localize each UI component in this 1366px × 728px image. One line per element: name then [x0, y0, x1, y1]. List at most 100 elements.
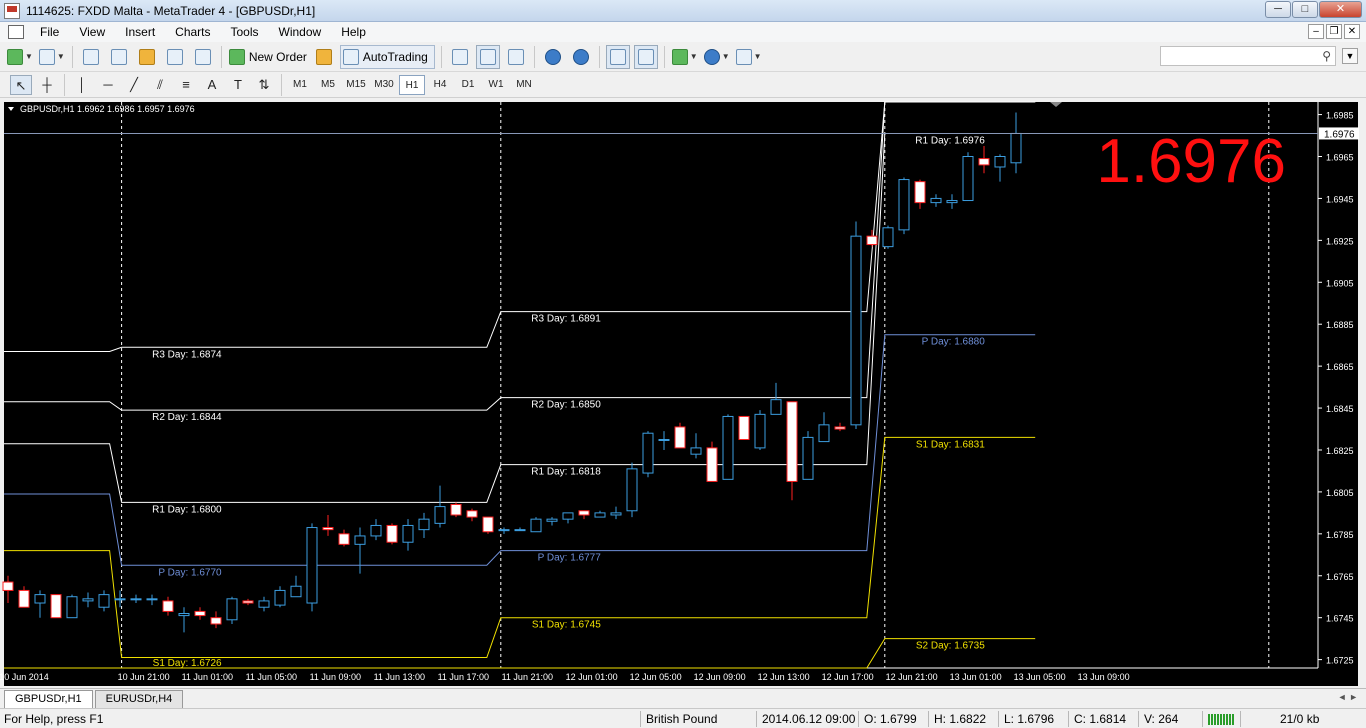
timeframe-h1[interactable]: H1 [399, 74, 425, 95]
search-input[interactable]: ⚲ [1160, 46, 1336, 66]
text-label-icon[interactable]: T [227, 75, 249, 95]
terminal-button[interactable] [163, 45, 187, 69]
price-axis-label: 1.6845 [1326, 404, 1354, 414]
time-axis-label: 11 Jun 13:00 [374, 672, 425, 682]
pivot-label-support: S1 Day: 1.6745 [532, 620, 601, 631]
price-axis-background [1318, 102, 1358, 668]
time-axis-label: 12 Jun 09:00 [694, 672, 746, 682]
time-axis-label: 10 Jun 21:00 [118, 672, 170, 682]
zoom-out-button[interactable] [569, 45, 593, 69]
connection-status-icon [1208, 714, 1234, 725]
crosshair-icon[interactable]: ┼ [36, 75, 58, 95]
candle-body [546, 518, 558, 522]
price-chart[interactable]: 1.6976 1.6985 1.6965 1.6945 1.6925 1.6905 1.68… [0, 98, 1366, 688]
candle-body [146, 598, 158, 601]
tab-gbpusdr-h1[interactable]: GBPUSDr,H1 [4, 690, 93, 708]
vertical-line-icon[interactable]: │ [71, 75, 93, 95]
candle-body [882, 227, 894, 248]
candle [450, 502, 462, 518]
candle-body [466, 510, 478, 518]
menu-insert[interactable]: Insert [115, 22, 165, 42]
autotrading-label: AutoTrading [362, 49, 428, 64]
trendline-icon[interactable]: ╱ [123, 75, 145, 95]
status-close: C: 1.6814 [1074, 712, 1127, 726]
candlesticks-button[interactable] [475, 44, 500, 69]
timeframe-h4[interactable]: H4 [427, 75, 453, 95]
maximize-button[interactable]: □ [1292, 1, 1318, 18]
candle-body [98, 594, 110, 608]
timeframe-m30[interactable]: M30 [371, 75, 397, 95]
metaeditor-button[interactable] [312, 45, 336, 69]
menu-window[interactable]: Window [269, 22, 332, 42]
close-button[interactable]: ✕ [1319, 1, 1362, 18]
tab-eurusdr-h4[interactable]: EURUSDr,H4 [94, 690, 184, 708]
indicators-button[interactable]: ▼ [671, 45, 699, 69]
new-chart-button[interactable]: ▼ [6, 45, 34, 69]
candle-body [498, 529, 510, 532]
time-axis-label: 11 Jun 01:00 [182, 672, 233, 682]
timeframe-d1[interactable]: D1 [455, 75, 481, 95]
navigator-button[interactable] [135, 45, 159, 69]
new-order-button[interactable]: New Order [228, 45, 308, 69]
candle-body [722, 415, 734, 480]
menu-tools[interactable]: Tools [221, 22, 269, 42]
strategy-tester-button[interactable] [191, 45, 215, 69]
menu-file[interactable]: File [30, 22, 69, 42]
pivot-label-pivot: P Day: 1.6777 [538, 553, 602, 564]
candle-body [770, 399, 782, 415]
tab-scroll-arrows[interactable]: ◄ ► [1338, 692, 1358, 702]
auto-scroll-button[interactable] [605, 44, 630, 69]
candle-body [818, 424, 830, 443]
candle-body [530, 518, 542, 533]
timeframe-m15[interactable]: M15 [343, 75, 369, 95]
minimize-button[interactable]: ─ [1265, 1, 1291, 18]
menu-view[interactable]: View [69, 22, 115, 42]
candle-body [802, 436, 814, 480]
menu-charts[interactable]: Charts [165, 22, 220, 42]
status-bar: For Help, press F1 British Pound 2014.06… [0, 708, 1366, 728]
mdi-minimize-button[interactable]: – [1308, 24, 1324, 39]
candle [850, 221, 862, 430]
bar-chart-button[interactable] [448, 45, 472, 69]
arrows-icon[interactable]: ⇅ [253, 75, 275, 95]
templates-button[interactable]: ▼ [735, 45, 763, 69]
candle-body [866, 235, 878, 246]
timeframe-mn[interactable]: MN [511, 75, 537, 95]
dropdown-arrow-icon: ▼ [753, 52, 762, 61]
chart-window[interactable]: 1.6976 1.6985 1.6965 1.6945 1.6925 1.6905 1.68… [0, 98, 1366, 688]
periods-button[interactable]: ▼ [703, 45, 731, 69]
candle-body [946, 200, 958, 204]
chart-window-icon[interactable] [8, 25, 24, 39]
candlesticks-icon [479, 48, 496, 65]
mdi-close-button[interactable]: ✕ [1344, 24, 1360, 39]
fibonacci-icon[interactable]: ≡ [175, 75, 197, 95]
chart-shift-icon [637, 48, 654, 65]
price-axis-label: 1.6865 [1326, 362, 1354, 372]
pivot-label-resistance: R3 Day: 1.6891 [531, 314, 601, 325]
status-datetime: 2014.06.12 09:00 [762, 712, 856, 726]
horizontal-line-icon[interactable]: ─ [97, 75, 119, 95]
market-watch-button[interactable] [79, 45, 103, 69]
timeframe-m1[interactable]: M1 [287, 75, 313, 95]
data-window-button[interactable] [107, 45, 131, 69]
toolbar-separator [281, 73, 282, 96]
chart-shift-button[interactable] [633, 44, 658, 69]
search-dropdown-button[interactable]: ▼ [1342, 48, 1358, 64]
equidistant-channel-icon[interactable]: ⫽ [149, 75, 171, 95]
menu-help[interactable]: Help [331, 22, 376, 42]
candle-body [306, 527, 318, 604]
timeframe-w1[interactable]: W1 [483, 75, 509, 95]
candle-body [674, 426, 686, 449]
cursor-icon[interactable]: ↖ [10, 74, 32, 95]
toolbar-separator [663, 45, 665, 68]
zoom-in-button[interactable] [541, 45, 565, 69]
profiles-button[interactable]: ▼ [38, 45, 66, 69]
time-axis-label: 13 Jun 01:00 [950, 672, 1002, 682]
candle-body [594, 512, 606, 518]
mdi-restore-button[interactable]: ❐ [1326, 24, 1342, 39]
autotrading-button[interactable]: AutoTrading [339, 44, 435, 69]
timeframe-m5[interactable]: M5 [315, 75, 341, 95]
text-icon[interactable]: A [201, 75, 223, 95]
line-chart-button[interactable] [504, 45, 528, 69]
big-price-display: 1.6976 [1096, 127, 1286, 196]
